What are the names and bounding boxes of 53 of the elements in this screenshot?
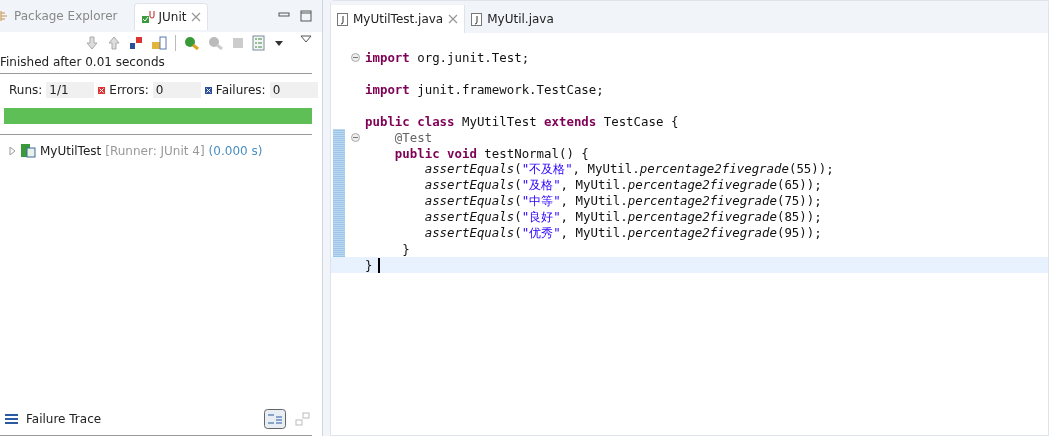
editor-tab[interactable]: MyUtil.java xyxy=(465,5,560,33)
code-line: @Test xyxy=(393,129,433,145)
test-time: (0.000 s) xyxy=(208,143,263,158)
counter-label: Errors: xyxy=(109,83,149,97)
fold-icon[interactable] xyxy=(350,132,360,142)
failure-trace-title: Failure Trace xyxy=(26,412,102,426)
down-arrow-icon[interactable] xyxy=(85,36,99,50)
code-line: import org.junit.Test; xyxy=(365,49,530,65)
junit-icon xyxy=(140,9,155,24)
close-icon[interactable] xyxy=(190,11,201,22)
rerun-icon[interactable] xyxy=(184,36,200,50)
filter-stack-icon[interactable] xyxy=(264,409,286,429)
code-line: } xyxy=(365,257,373,273)
status-text: Finished after 0.01 seconds xyxy=(0,54,166,71)
text-cursor xyxy=(378,257,381,273)
test-suite-icon xyxy=(20,143,36,158)
up-arrow-icon[interactable] xyxy=(107,36,121,50)
lock-layout-icon[interactable] xyxy=(151,36,167,50)
maximize-icon[interactable] xyxy=(300,10,312,22)
failures-filter-icon[interactable] xyxy=(129,36,143,50)
code-line: public class MyUtilTest extends TestCase { xyxy=(365,113,679,129)
view-tab[interactable]: JUnit xyxy=(133,2,208,30)
stack-trace-icon xyxy=(5,414,18,424)
code-line: assertEquals("不及格", MyUtil.percentage2fivegrade(55)); xyxy=(424,160,834,178)
editor-tab[interactable]: MyUtilTest.java xyxy=(331,5,466,33)
java-file-icon xyxy=(471,12,483,26)
rerun-failed-icon[interactable] xyxy=(208,36,224,50)
counter-value: 0 xyxy=(269,82,318,98)
counter-label: Runs: xyxy=(9,83,43,97)
java-file-icon xyxy=(337,12,348,26)
runner-label: [Runner: JUnit 4] xyxy=(105,143,205,158)
counter-value: 0 xyxy=(152,82,201,98)
failure-icon xyxy=(204,86,212,94)
code-line: import junit.framework.TestCase; xyxy=(365,81,604,97)
code-line: assertEquals("中等", MyUtil.percentage2fivegrade(75)); xyxy=(423,192,822,210)
package-icon xyxy=(0,10,10,22)
dropdown-icon[interactable] xyxy=(274,39,284,47)
counter-value: 1/1 xyxy=(46,82,95,98)
fold-icon[interactable] xyxy=(350,52,360,62)
counter-label: Failures: xyxy=(215,83,266,97)
code-line: } xyxy=(401,241,410,257)
test-class-name[interactable]: MyUtilTest xyxy=(40,143,102,158)
close-icon[interactable] xyxy=(448,14,459,24)
code-line: assertEquals("优秀", MyUtil.percentage2fivegrade(95)); xyxy=(423,224,822,242)
code-line: public void testNormal() { xyxy=(393,145,589,161)
code-line: assertEquals("良好", MyUtil.percentage2fivegrade(85)); xyxy=(423,208,822,226)
history-icon[interactable] xyxy=(252,35,266,51)
expand-icon[interactable] xyxy=(8,146,16,155)
stop-icon[interactable] xyxy=(232,37,244,49)
code-line: assertEquals("及格", MyUtil.percentage2fivegrade(65)); xyxy=(423,176,822,194)
view-menu-icon[interactable] xyxy=(300,35,312,43)
error-icon xyxy=(98,86,106,94)
compare-icon[interactable] xyxy=(294,411,310,427)
